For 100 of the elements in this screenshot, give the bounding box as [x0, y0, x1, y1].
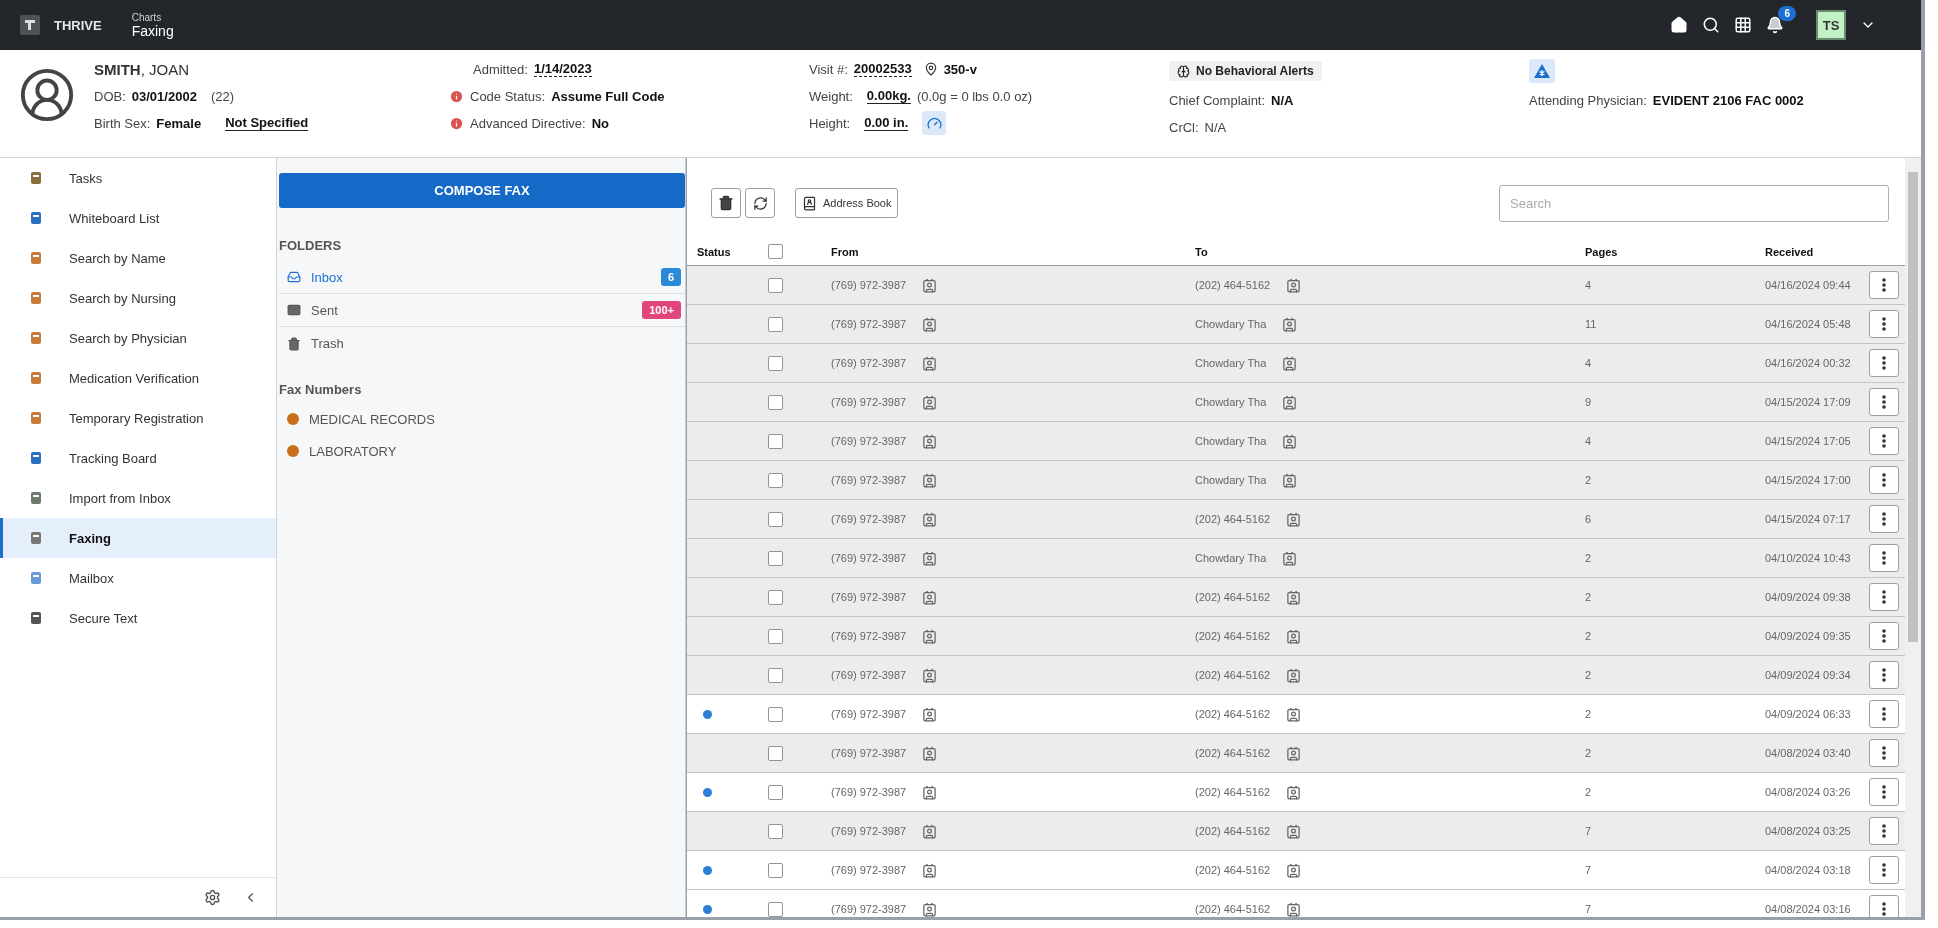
contact-card-icon[interactable] [1282, 472, 1298, 488]
gender-value[interactable]: Not Specified [225, 115, 309, 131]
row-checkbox[interactable] [767, 316, 783, 332]
visit-value[interactable]: 20002533 [853, 61, 912, 77]
contact-card-icon[interactable] [1286, 706, 1302, 722]
contact-card-icon[interactable] [922, 433, 938, 449]
contact-card-icon[interactable] [1286, 277, 1302, 293]
more-options-button[interactable] [1868, 661, 1899, 689]
breadcrumb[interactable]: Charts [131, 11, 174, 23]
contact-card-icon[interactable] [1286, 745, 1302, 761]
table-row[interactable]: (769) 972-3987 Chowdary Tha 11 04/16/2024 05:48 [687, 305, 1905, 344]
contact-card-icon[interactable] [922, 862, 938, 878]
row-checkbox[interactable] [767, 277, 783, 293]
contact-card-icon[interactable] [922, 901, 938, 917]
folder-item[interactable]: Inbox 6 [279, 261, 685, 294]
contact-card-icon[interactable] [922, 628, 938, 644]
table-row[interactable]: (769) 972-3987 (202) 464-5162 2 04/09/2024 09:35 [687, 617, 1905, 656]
table-row[interactable]: (769) 972-3987 Chowdary Tha 2 04/15/2024 17:00 [687, 461, 1905, 500]
more-options-button[interactable] [1868, 310, 1899, 338]
folder-item[interactable]: Sent 100+ [279, 294, 685, 327]
refresh-button[interactable] [745, 188, 775, 218]
more-options-button[interactable] [1868, 778, 1899, 806]
contact-card-icon[interactable] [1282, 550, 1298, 566]
fax-number-label[interactable]: MEDICAL RECORDS [309, 411, 435, 427]
table-row[interactable]: (769) 972-3987 Chowdary Tha 2 04/10/2024 10:43 [687, 539, 1905, 578]
contact-card-icon[interactable] [922, 355, 938, 371]
sidebar-item[interactable]: Secure Text [0, 598, 276, 638]
sidebar-item[interactable]: Faxing [0, 518, 276, 558]
delete-button[interactable] [711, 188, 741, 218]
row-checkbox[interactable] [767, 784, 783, 800]
more-options-button[interactable] [1868, 895, 1899, 917]
table-row[interactable]: (769) 972-3987 (202) 464-5162 2 04/08/2024 03:40 [687, 734, 1905, 773]
sidebar-item[interactable]: Mailbox [0, 558, 276, 598]
table-row[interactable]: (769) 972-3987 Chowdary Tha 4 04/16/2024 00:32 [687, 344, 1905, 383]
table-row[interactable]: (769) 972-3987 (202) 464-5162 6 04/15/2024 07:17 [687, 500, 1905, 539]
contact-card-icon[interactable] [1282, 355, 1298, 371]
row-checkbox[interactable] [767, 589, 783, 605]
more-options-button[interactable] [1868, 817, 1899, 845]
row-checkbox[interactable] [767, 511, 783, 527]
sidebar-item[interactable]: Temporary Registration [0, 398, 276, 438]
row-checkbox[interactable] [767, 706, 783, 722]
fax-number-label[interactable]: LABORATORY [309, 443, 397, 459]
scrollbar[interactable] [1905, 158, 1921, 917]
search-field[interactable]: Search [1499, 184, 1889, 222]
row-checkbox[interactable] [767, 628, 783, 644]
contact-card-icon[interactable] [922, 472, 938, 488]
height-value[interactable]: 0.00 in. [864, 115, 909, 131]
more-options-button[interactable] [1868, 700, 1899, 728]
contact-card-icon[interactable] [922, 706, 938, 722]
home-icon[interactable] [1670, 16, 1688, 34]
contact-card-icon[interactable] [1286, 667, 1302, 683]
search-icon[interactable] [1702, 16, 1720, 34]
table-row[interactable]: (769) 972-3987 Chowdary Tha 9 04/15/2024 17:09 [687, 383, 1905, 422]
apps-grid-icon[interactable] [1734, 16, 1752, 34]
sidebar-item[interactable]: Whiteboard List [0, 198, 276, 238]
compose-fax-button[interactable]: COMPOSE FAX [279, 173, 685, 208]
contact-card-icon[interactable] [1286, 823, 1302, 839]
bell-icon[interactable] [1766, 16, 1784, 34]
contact-card-icon[interactable] [1282, 433, 1298, 449]
more-options-button[interactable] [1868, 544, 1899, 572]
contact-card-icon[interactable] [922, 745, 938, 761]
more-options-button[interactable] [1868, 583, 1899, 611]
table-row[interactable]: (769) 972-3987 (202) 464-5162 2 04/09/2024 09:38 [687, 578, 1905, 617]
row-checkbox[interactable] [767, 355, 783, 371]
row-checkbox[interactable] [767, 901, 783, 917]
select-all-checkbox[interactable] [767, 244, 783, 259]
contact-card-icon[interactable] [922, 394, 938, 410]
folder-item[interactable]: Trash [279, 327, 685, 360]
row-checkbox[interactable] [767, 667, 783, 683]
sidebar-item[interactable]: Search by Name [0, 238, 276, 278]
contact-card-icon[interactable] [1286, 862, 1302, 878]
contact-card-icon[interactable] [1286, 784, 1302, 800]
contact-card-icon[interactable] [922, 589, 938, 605]
row-checkbox[interactable] [767, 394, 783, 410]
contact-card-icon[interactable] [922, 511, 938, 527]
more-options-button[interactable] [1868, 466, 1899, 494]
row-checkbox[interactable] [767, 823, 783, 839]
address-book-button[interactable]: Address Book [795, 188, 899, 218]
contact-card-icon[interactable] [1282, 394, 1298, 410]
sidebar-item[interactable]: Tasks [0, 158, 276, 198]
contact-card-icon[interactable] [922, 277, 938, 293]
contact-card-icon[interactable] [1286, 511, 1302, 527]
row-checkbox[interactable] [767, 433, 783, 449]
sidebar-item[interactable]: Tracking Board [0, 438, 276, 478]
contact-card-icon[interactable] [922, 550, 938, 566]
sidebar-item[interactable]: Medication Verification [0, 358, 276, 398]
row-checkbox[interactable] [767, 550, 783, 566]
settings-icon[interactable] [204, 889, 221, 906]
table-row[interactable]: (769) 972-3987 (202) 464-5162 4 04/16/2024 09:44 [687, 266, 1905, 305]
row-checkbox[interactable] [767, 745, 783, 761]
more-options-button[interactable] [1868, 856, 1899, 884]
more-options-button[interactable] [1868, 427, 1899, 455]
contact-card-icon[interactable] [1286, 589, 1302, 605]
contact-card-icon[interactable] [922, 667, 938, 683]
row-checkbox[interactable] [767, 472, 783, 488]
weight-value[interactable]: 0.00kg. [866, 88, 911, 104]
table-row[interactable]: (769) 972-3987 (202) 464-5162 2 04/09/2024 09:34 [687, 656, 1905, 695]
more-options-button[interactable] [1868, 622, 1899, 650]
admitted-value[interactable]: 1/14/2023 [533, 61, 592, 77]
more-options-button[interactable] [1868, 505, 1899, 533]
